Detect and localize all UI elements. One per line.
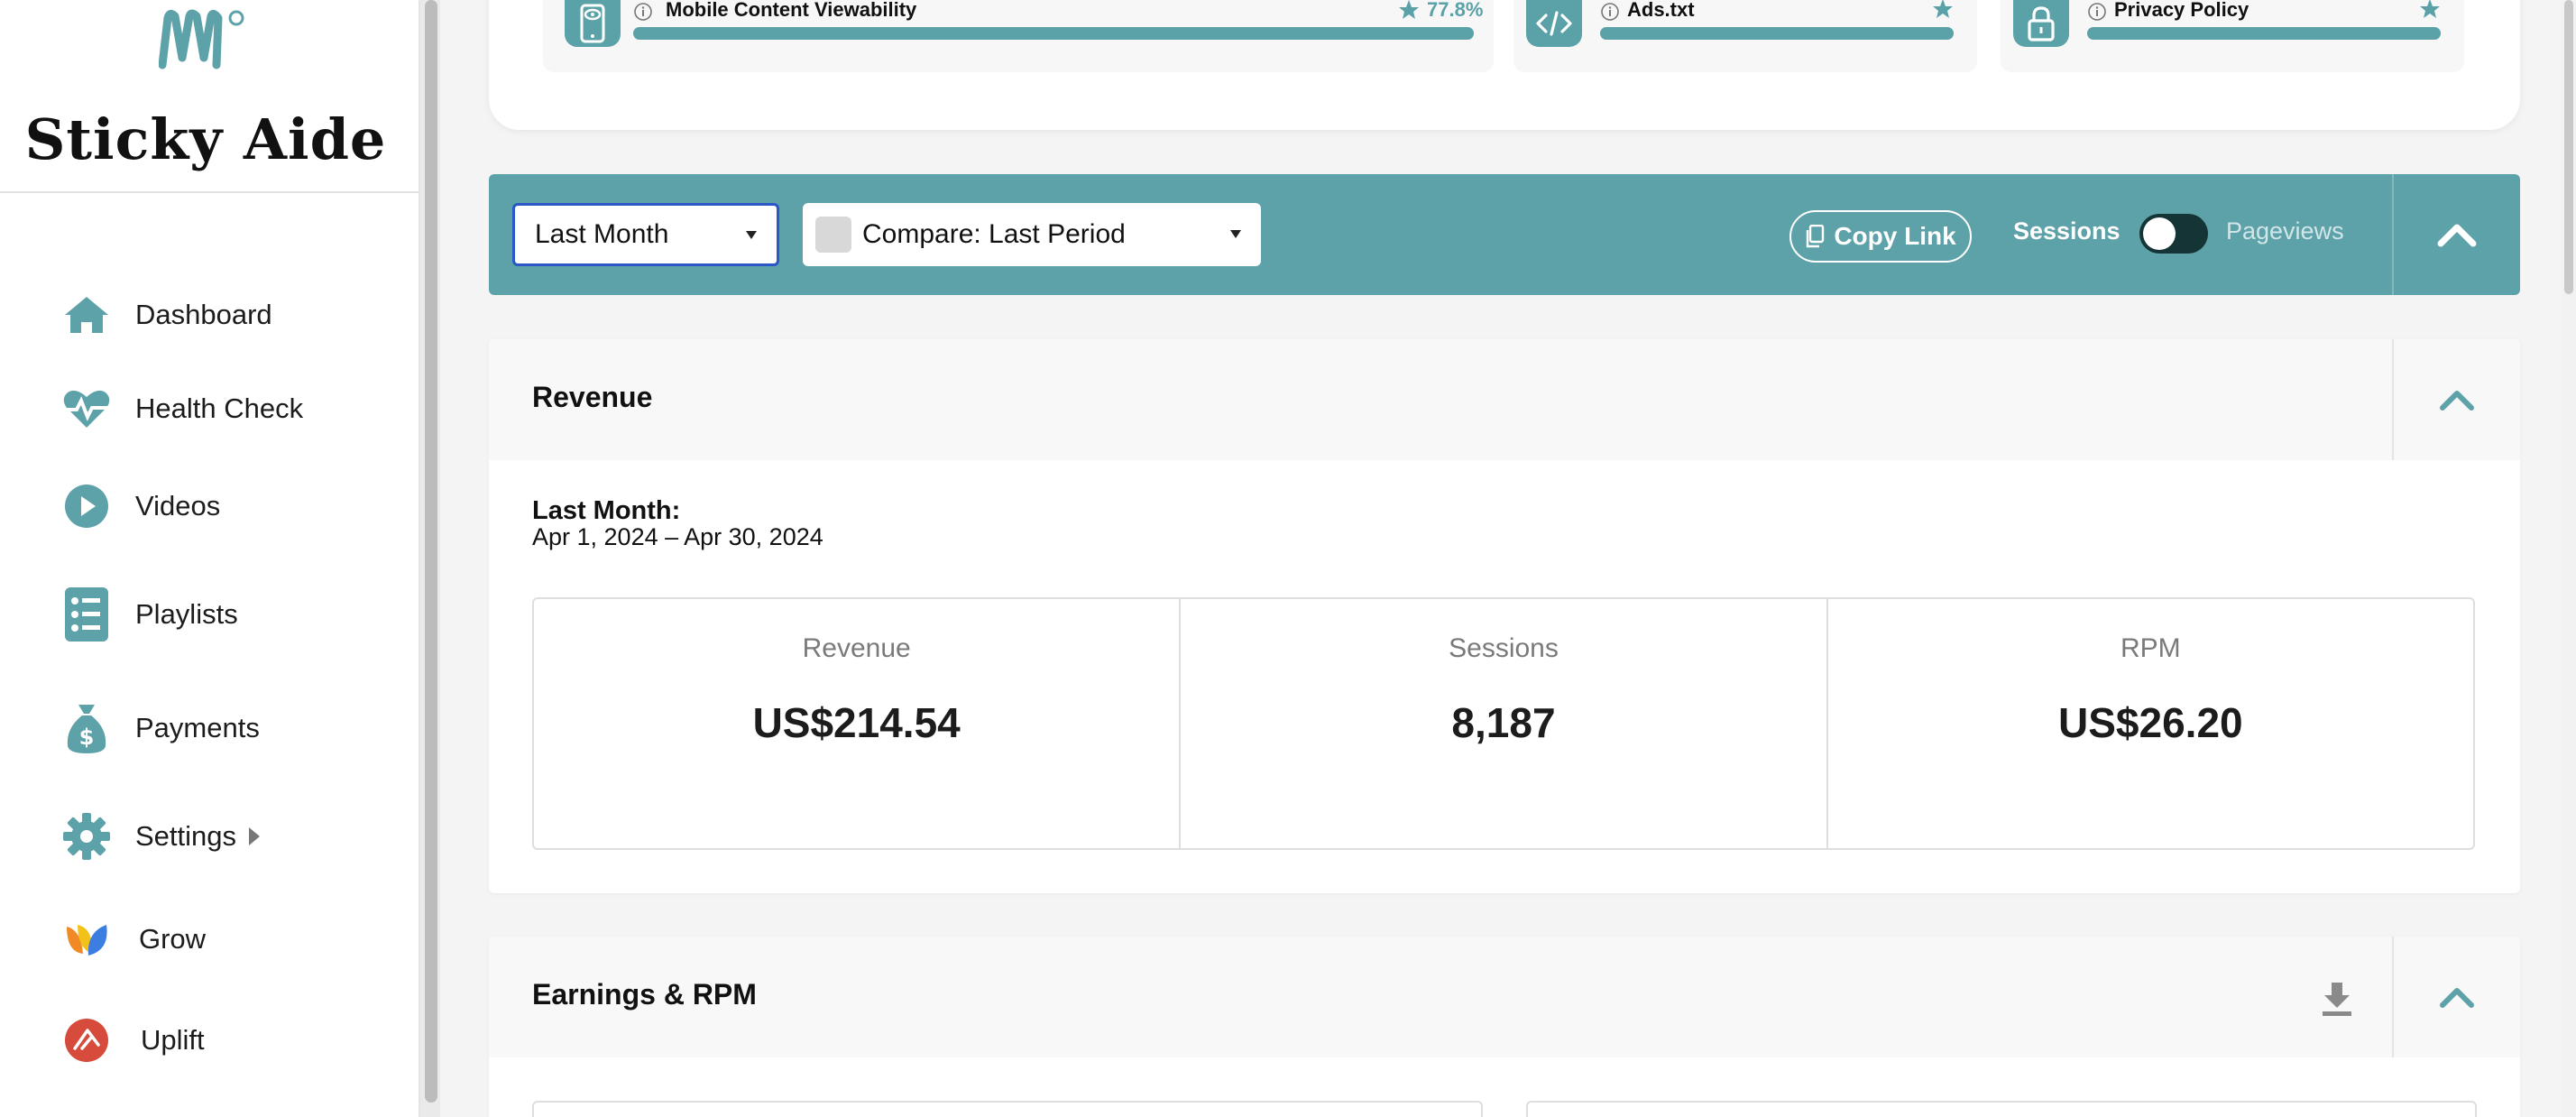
- revenue-collapse-button[interactable]: [2394, 339, 2520, 460]
- sidebar-item-label: Grow: [139, 923, 207, 955]
- panel-title: Earnings & RPM: [532, 978, 757, 1011]
- sidebar-item-label: Dashboard: [135, 299, 272, 330]
- earnings-panel-header[interactable]: Earnings & RPM: [489, 937, 2520, 1057]
- date-range-value: Last Month: [535, 219, 669, 249]
- panel-title: Revenue: [532, 381, 653, 413]
- stat-label: Sessions: [1449, 633, 1559, 663]
- dropdown-arrow-icon: [1230, 230, 1241, 238]
- copy-icon: [1807, 225, 1825, 248]
- heartbeat-icon: [61, 383, 112, 434]
- main-scrollbar-thumb[interactable]: [2564, 0, 2573, 294]
- svg-text:$: $: [79, 725, 95, 750]
- play-icon: [61, 481, 112, 531]
- compare-select[interactable]: Compare: Last Period: [803, 203, 1261, 266]
- sidebar-item-grow[interactable]: Grow: [61, 908, 206, 971]
- toggle-knob: [2143, 217, 2176, 250]
- chevron-up-icon: [2440, 391, 2474, 411]
- home-icon: [61, 290, 112, 340]
- earnings-chart-box: [532, 1101, 1483, 1117]
- caret-right-icon: [249, 827, 261, 845]
- dropdown-arrow-icon: [746, 231, 757, 239]
- health-card-title: Mobile Content Viewability: [666, 0, 917, 21]
- code-icon: [1526, 0, 1582, 47]
- list-icon: [61, 587, 112, 642]
- health-card-progress-bar: [1600, 27, 1954, 40]
- health-card-mobile-viewability[interactable]: Mobile Content Viewability 77.8%: [543, 0, 1494, 72]
- chevron-up-icon: [2437, 224, 2477, 247]
- toggle-sessions-label[interactable]: Sessions: [2013, 217, 2121, 245]
- health-card-privacy-policy[interactable]: Privacy Policy: [2001, 0, 2464, 72]
- sidebar-item-label: Payments: [135, 712, 260, 743]
- health-card-percent: 77.8%: [1427, 0, 1484, 21]
- revenue-stats: Revenue US$214.54 Sessions 8,187 RPM US$…: [532, 597, 2475, 850]
- chevron-up-icon: [2440, 988, 2474, 1008]
- sidebar-item-label: Playlists: [135, 598, 238, 630]
- download-button[interactable]: [2314, 976, 2360, 1021]
- sidebar-item-videos[interactable]: Videos: [61, 475, 220, 538]
- sidebar-item-payments[interactable]: $ Payments: [61, 697, 260, 760]
- stat-value: US$214.54: [752, 699, 961, 746]
- health-check-summary-card: Mobile Content Viewability 77.8% Ads.txt…: [489, 0, 2520, 130]
- date-range-select[interactable]: Last Month: [512, 203, 779, 266]
- sessions-pageviews-toggle[interactable]: [2139, 214, 2208, 254]
- revenue-panel: Revenue Last Month: Apr 1, 2024 – Apr 30…: [489, 339, 2520, 893]
- lock-icon: [2013, 0, 2069, 47]
- sidebar-item-label: Health Check: [135, 392, 304, 424]
- mobile-eye-icon: [565, 0, 621, 47]
- stat-value: US$26.20: [2058, 699, 2243, 746]
- copy-link-button[interactable]: Copy Link: [1789, 210, 1972, 263]
- star-icon: [1399, 0, 1419, 19]
- period-range: Apr 1, 2024 – Apr 30, 2024: [532, 523, 823, 550]
- sidebar-divider: [0, 191, 419, 193]
- brand-name[interactable]: Sticky Aide: [0, 106, 411, 172]
- earnings-rpm-panel: Earnings & RPM: [489, 937, 2520, 1117]
- sidebar-item-health-check[interactable]: Health Check: [61, 377, 303, 440]
- sidebar-item-settings[interactable]: Settings: [61, 805, 261, 868]
- compare-value: Compare: Last Period: [862, 219, 1126, 249]
- health-card-progress-bar: [633, 27, 1474, 40]
- stat-label: Revenue: [802, 633, 911, 663]
- revenue-panel-header[interactable]: Revenue: [489, 339, 2520, 460]
- period-label: Last Month:: [532, 496, 681, 525]
- health-card-progress-bar: [2087, 27, 2441, 40]
- sidebar-item-playlists[interactable]: Playlists: [61, 583, 238, 646]
- sidebar-item-uplift[interactable]: Uplift: [61, 1009, 205, 1072]
- report-toolbar: Last Month Compare: Last Period Copy Lin…: [489, 174, 2520, 295]
- sidebar: Sticky Aide Dashboard Health Check Video…: [0, 0, 420, 1117]
- info-icon[interactable]: [633, 2, 653, 22]
- toggle-pageviews-label[interactable]: Pageviews: [2226, 217, 2344, 245]
- sidebar-scrollbar-thumb[interactable]: [425, 0, 437, 1103]
- sidebar-item-label: Uplift: [141, 1024, 205, 1056]
- stat-revenue: Revenue US$214.54: [534, 599, 1182, 848]
- brand-logo-icon: [159, 9, 244, 69]
- star-icon: [1933, 0, 1953, 18]
- grow-icon: [61, 914, 112, 965]
- gear-icon: [61, 811, 112, 862]
- copy-link-label: Copy Link: [1834, 222, 1956, 250]
- health-card-title: Privacy Policy: [2114, 0, 2249, 21]
- stat-sessions: Sessions 8,187: [1181, 599, 1828, 848]
- rpm-chart-box: [1526, 1101, 2477, 1117]
- compare-color-swatch: [815, 217, 851, 253]
- health-card-ads-txt[interactable]: Ads.txt: [1513, 0, 1977, 72]
- info-icon[interactable]: [1600, 2, 1620, 22]
- stat-value: 8,187: [1451, 699, 1556, 746]
- sidebar-item-label: Videos: [135, 490, 221, 522]
- earnings-collapse-button[interactable]: [2394, 937, 2520, 1057]
- toolbar-collapse-button[interactable]: [2394, 174, 2520, 295]
- info-icon[interactable]: [2087, 2, 2107, 22]
- sidebar-item-dashboard[interactable]: Dashboard: [61, 283, 272, 346]
- star-icon: [2420, 0, 2440, 18]
- health-card-title: Ads.txt: [1627, 0, 1695, 21]
- uplift-icon: [61, 1015, 112, 1066]
- download-icon: [2323, 983, 2351, 1016]
- stat-label: RPM: [2120, 633, 2181, 663]
- health-card-score: 77.8%: [1398, 0, 1483, 22]
- money-bag-icon: $: [61, 703, 112, 753]
- stat-rpm: RPM US$26.20: [1828, 599, 2473, 848]
- sidebar-item-label: Settings: [135, 820, 237, 852]
